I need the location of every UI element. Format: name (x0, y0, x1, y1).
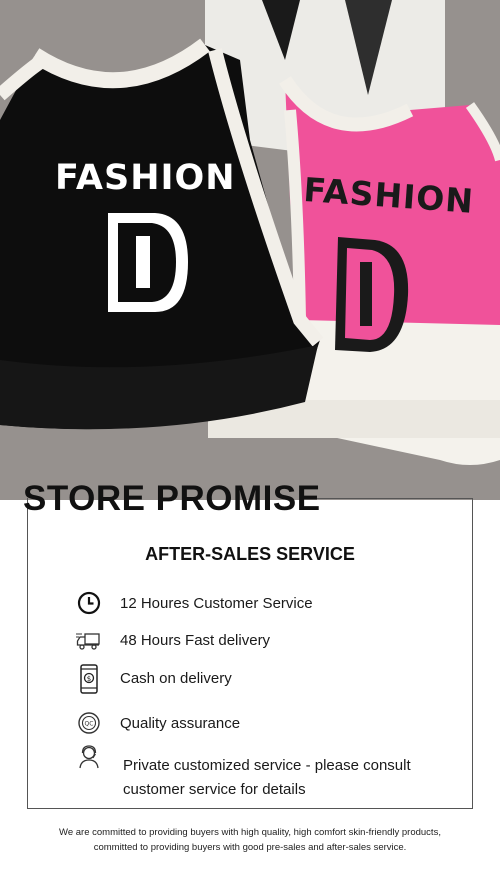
service-label: 48 Hours Fast delivery (120, 632, 271, 649)
footer-note: We are committed to providing buyers wit… (30, 825, 470, 855)
delivery-truck-icon (76, 628, 102, 654)
clock-icon (76, 590, 102, 616)
quality-badge-icon: QC (76, 710, 102, 736)
cash-phone-icon: $ (76, 664, 102, 696)
footer-line-1: We are committed to providing buyers wit… (59, 827, 441, 838)
svg-text:QC: QC (85, 721, 94, 728)
svg-text:$: $ (87, 675, 91, 683)
product-photo: FASHION FASHION (0, 0, 500, 500)
store-promise-title: STORE PROMISE (23, 479, 321, 518)
customer-service-agent-icon (76, 744, 102, 770)
promise-frame-top-edge (302, 498, 473, 499)
footer-line-2: committed to providing buyers with good … (93, 842, 407, 853)
service-label: Cash on delivery (120, 670, 232, 687)
service-item: 12 Houres Customer Service (0, 590, 500, 630)
service-label: 12 Houres Customer Service (120, 595, 313, 612)
black-top-print-text: FASHION (55, 158, 236, 198)
service-label: Quality assurance (120, 715, 241, 732)
service-item: Private customized service - please cons… (0, 744, 500, 804)
after-sales-heading: AFTER-SALES SERVICE (145, 544, 355, 564)
service-label: Private customized service - please cons… (123, 757, 411, 798)
product-illustration (0, 0, 500, 500)
service-item: $ Cash on delivery (0, 664, 500, 704)
service-item: 48 Hours Fast delivery (0, 627, 500, 667)
